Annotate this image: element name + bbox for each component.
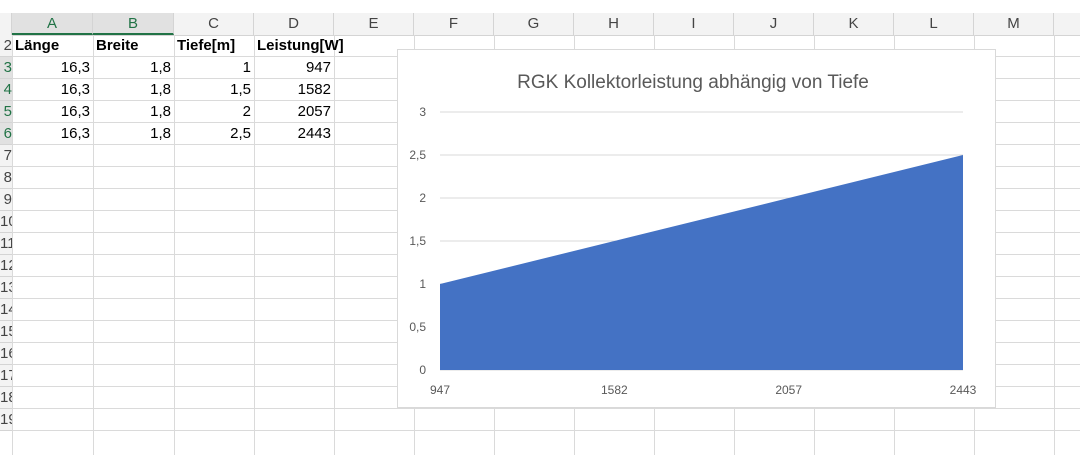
column-header-g[interactable]: G (494, 13, 574, 35)
cell-d5[interactable]: 2057 (254, 101, 334, 123)
cell-c3[interactable]: 1 (174, 57, 254, 79)
cell-d3[interactable]: 947 (254, 57, 334, 79)
cell-b4[interactable]: 1,8 (93, 79, 174, 101)
cell-a2[interactable]: Länge (12, 35, 93, 57)
column-header-f[interactable]: F (414, 13, 494, 35)
row-header[interactable]: 14 (0, 299, 12, 321)
row-header[interactable]: 13 (0, 277, 12, 299)
cell-d2[interactable]: Leistung[W] (254, 35, 344, 57)
column-header-bar: A B C D E F G H I J K L M (0, 13, 1080, 36)
row-header[interactable]: 9 (0, 189, 12, 211)
row-header[interactable]: 12 (0, 255, 12, 277)
cell-d4[interactable]: 1582 (254, 79, 334, 101)
area-series[interactable] (440, 155, 963, 370)
chart-canvas: RGK Kollektorleistung abhängig von Tiefe… (409, 72, 977, 397)
grid-line (1054, 35, 1055, 455)
column-header-l[interactable]: L (894, 13, 974, 35)
cell-b6[interactable]: 1,8 (93, 123, 174, 145)
row-header[interactable]: 5 (0, 101, 12, 123)
cell-c6[interactable]: 2,5 (174, 123, 254, 145)
column-header-h[interactable]: H (574, 13, 654, 35)
column-header-e[interactable]: E (334, 13, 414, 35)
row-header[interactable]: 11 (0, 233, 12, 255)
x-tick-label: 2057 (775, 383, 802, 397)
cell-c5[interactable]: 2 (174, 101, 254, 123)
column-header-k[interactable]: K (814, 13, 894, 35)
cell-a4[interactable]: 16,3 (12, 79, 93, 101)
cell-b5[interactable]: 1,8 (93, 101, 174, 123)
y-tick-label: 0 (419, 363, 426, 377)
row-header[interactable]: 8 (0, 167, 12, 189)
top-strip (0, 0, 1080, 13)
x-tick-label: 947 (430, 383, 450, 397)
y-tick-label: 2 (419, 191, 426, 205)
column-header-b[interactable]: B (93, 13, 174, 35)
cell-d6[interactable]: 2443 (254, 123, 334, 145)
row-header[interactable]: 17 (0, 365, 12, 387)
row-header[interactable]: 16 (0, 343, 12, 365)
column-header-j[interactable]: J (734, 13, 814, 35)
grid-line (12, 430, 1080, 431)
column-header-c[interactable]: C (174, 13, 254, 35)
cell-a5[interactable]: 16,3 (12, 101, 93, 123)
row-header[interactable]: 7 (0, 145, 12, 167)
row-header[interactable]: 18 (0, 387, 12, 409)
x-tick-label: 2443 (950, 383, 977, 397)
y-tick-label: 1 (419, 277, 426, 291)
cell-c2[interactable]: Tiefe[m] (174, 35, 254, 57)
chart-title: RGK Kollektorleistung abhängig von Tiefe (517, 72, 869, 93)
column-header-d[interactable]: D (254, 13, 334, 35)
cell-c4[interactable]: 1,5 (174, 79, 254, 101)
row-header[interactable]: 15 (0, 321, 12, 343)
cell-a3[interactable]: 16,3 (12, 57, 93, 79)
column-header-i[interactable]: I (654, 13, 734, 35)
row-header[interactable]: 6 (0, 123, 12, 145)
row-header[interactable]: 3 (0, 57, 12, 79)
x-tick-label: 1582 (601, 383, 628, 397)
cell-b3[interactable]: 1,8 (93, 57, 174, 79)
row-header[interactable]: 2 (0, 35, 12, 57)
column-header-a[interactable]: A (12, 13, 93, 35)
row-header[interactable]: 19 (0, 409, 12, 431)
cell-b2[interactable]: Breite (93, 35, 174, 57)
column-header-m[interactable]: M (974, 13, 1054, 35)
row-header[interactable]: 4 (0, 79, 12, 101)
area-chart[interactable]: RGK Kollektorleistung abhängig von Tiefe… (397, 49, 996, 408)
cell-a6[interactable]: 16,3 (12, 123, 93, 145)
y-tick-label: 3 (419, 105, 426, 119)
y-tick-label: 1,5 (409, 234, 426, 248)
y-tick-label: 2,5 (409, 148, 426, 162)
row-header[interactable]: 10 (0, 211, 12, 233)
y-tick-label: 0,5 (409, 320, 426, 334)
grid-line (334, 35, 335, 455)
select-all-corner[interactable] (0, 13, 12, 35)
